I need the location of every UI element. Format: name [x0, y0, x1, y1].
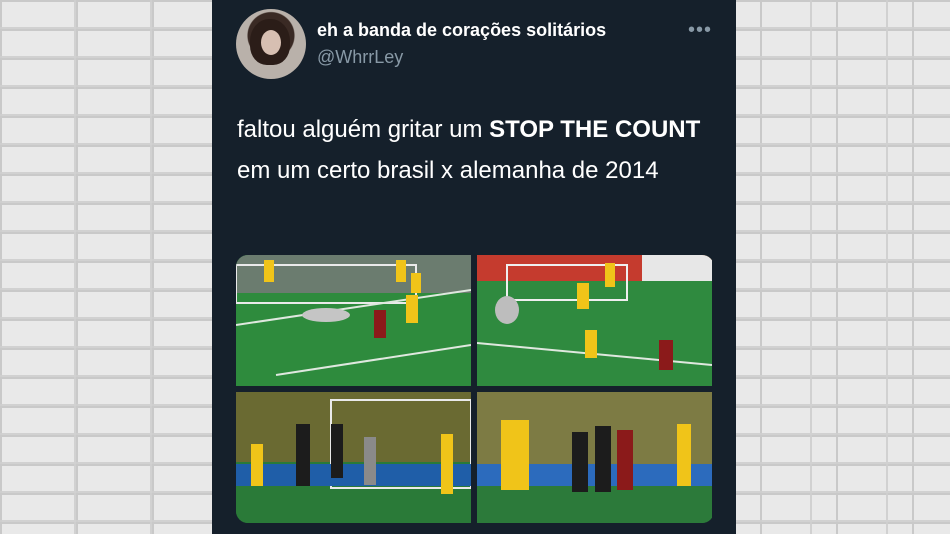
football-photo-2 — [477, 255, 712, 386]
tweet-text: faltou alguém gritar um STOP THE COUNT e… — [237, 109, 707, 191]
more-horizontal-icon[interactable]: ••• — [688, 19, 712, 42]
tweet-text-bold: STOP THE COUNT — [489, 116, 701, 143]
photo-goal-2[interactable] — [477, 255, 712, 386]
football-photo-3 — [236, 392, 471, 523]
avatar[interactable] — [236, 9, 306, 79]
football-photo-4 — [477, 392, 712, 523]
brick-wall-left — [0, 0, 212, 534]
user-handle[interactable]: @WhrrLey — [317, 47, 403, 68]
tweet-text-part-1: faltou alguém gritar um — [237, 116, 490, 143]
photo-goal-1[interactable] — [236, 255, 471, 386]
football-photo-1 — [236, 255, 471, 386]
avatar-face — [261, 30, 281, 55]
photo-goal-3[interactable] — [236, 392, 471, 523]
display-name[interactable]: eh a banda de corações solitários — [317, 20, 606, 41]
photo-goal-4[interactable] — [477, 392, 712, 523]
tweet-card: eh a banda de corações solitários @WhrrL… — [212, 0, 736, 534]
tweet-text-part-2: em um certo brasil x alemanha de 2014 — [237, 157, 659, 184]
media-grid — [236, 255, 714, 523]
brick-wall-right — [736, 0, 950, 534]
